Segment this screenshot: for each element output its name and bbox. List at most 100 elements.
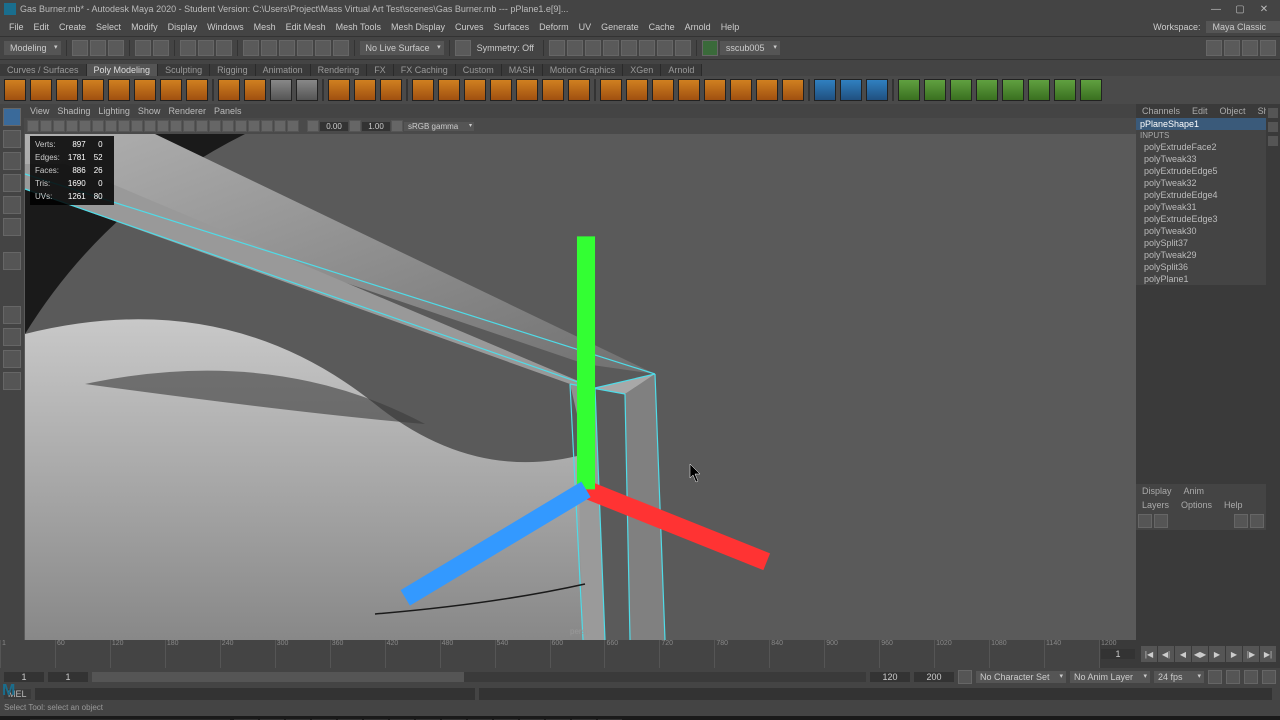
close-button[interactable]: ✕ xyxy=(1252,4,1276,15)
light-editor-icon[interactable] xyxy=(621,40,637,56)
layer-menu-help[interactable]: Help xyxy=(1218,500,1249,510)
poly-platonic-icon[interactable] xyxy=(186,79,208,101)
panel-menu-show[interactable]: Show xyxy=(138,106,161,116)
live-surface-dropdown[interactable]: No Live Surface xyxy=(360,41,444,55)
select-object-icon[interactable] xyxy=(198,40,214,56)
ipr-icon[interactable] xyxy=(567,40,583,56)
safe-title-icon[interactable] xyxy=(131,120,143,132)
append-icon[interactable] xyxy=(568,79,590,101)
history-item[interactable]: polyExtrudeEdge3 xyxy=(1136,213,1266,225)
account-icon[interactable] xyxy=(702,40,718,56)
poly-prism-icon[interactable] xyxy=(244,79,266,101)
pause-icon[interactable] xyxy=(675,40,691,56)
aa-icon[interactable] xyxy=(235,120,247,132)
cb-tab-channels[interactable]: Channels xyxy=(1136,106,1186,116)
layer-tab-anim[interactable]: Anim xyxy=(1178,486,1211,496)
panel-close-icon[interactable] xyxy=(1126,106,1136,116)
windows-start-button[interactable]: ⊞ xyxy=(0,716,30,720)
gamma-icon[interactable] xyxy=(349,120,361,132)
boolean-intersect-icon[interactable] xyxy=(464,79,486,101)
uv-cylindrical-icon[interactable] xyxy=(924,79,946,101)
target-weld-icon[interactable] xyxy=(652,79,674,101)
safe-action-icon[interactable] xyxy=(118,120,130,132)
open-scene-icon[interactable] xyxy=(90,40,106,56)
anim-layer-dropdown[interactable]: No Anim Layer xyxy=(1070,671,1150,683)
snap-view-icon[interactable] xyxy=(333,40,349,56)
multi-cut-icon[interactable] xyxy=(678,79,700,101)
lasso-tool[interactable] xyxy=(3,130,21,148)
attribute-editor-toggle-icon[interactable] xyxy=(1206,40,1222,56)
save-scene-icon[interactable] xyxy=(108,40,124,56)
menu-generate[interactable]: Generate xyxy=(596,22,644,32)
menu-mesh[interactable]: Mesh xyxy=(249,22,281,32)
select-hierarchy-icon[interactable] xyxy=(180,40,196,56)
history-item[interactable]: polySplit36 xyxy=(1136,261,1266,273)
uv-editor-icon[interactable] xyxy=(1028,79,1050,101)
render-settings-icon[interactable] xyxy=(585,40,601,56)
exposure-field[interactable]: 0.00 xyxy=(320,122,348,131)
poly-cube-icon[interactable] xyxy=(30,79,52,101)
uv-contour-icon[interactable] xyxy=(1002,79,1024,101)
history-item[interactable]: polyExtrudeEdge4 xyxy=(1136,189,1266,201)
panel-menu-lighting[interactable]: Lighting xyxy=(98,106,130,116)
sculpt-icon[interactable] xyxy=(840,79,862,101)
shelf-tab-fxcaching[interactable]: FX Caching xyxy=(394,64,456,76)
svg-icon[interactable] xyxy=(296,79,318,101)
poly-type-icon[interactable] xyxy=(270,79,292,101)
dof-icon[interactable] xyxy=(248,120,260,132)
workspace-dropdown[interactable]: Maya Classic xyxy=(1206,21,1280,33)
snap-grid-icon[interactable] xyxy=(243,40,259,56)
tool-settings-toggle-icon[interactable] xyxy=(1224,40,1240,56)
menu-windows[interactable]: Windows xyxy=(202,22,249,32)
history-item[interactable]: polyTweak30 xyxy=(1136,225,1266,237)
poly-plane-icon[interactable] xyxy=(134,79,156,101)
range-start-outer[interactable]: 1 xyxy=(4,672,44,682)
panel-menu-panels[interactable]: Panels xyxy=(214,106,242,116)
time-slider[interactable]: 1601201802403003604204805406006607207808… xyxy=(0,640,1280,668)
wireframe-icon[interactable] xyxy=(144,120,156,132)
history-item[interactable]: polyTweak32 xyxy=(1136,177,1266,189)
snap-plane-icon[interactable] xyxy=(297,40,313,56)
panel-menu-renderer[interactable]: Renderer xyxy=(168,106,206,116)
boolean-union-icon[interactable] xyxy=(412,79,434,101)
image-plane-icon[interactable] xyxy=(53,120,65,132)
gate-mask-icon[interactable] xyxy=(92,120,104,132)
shelf-tab-animation[interactable]: Animation xyxy=(256,64,311,76)
step-forward-button[interactable]: ▶ xyxy=(1226,646,1242,662)
shelf-tab-polymodeling[interactable]: Poly Modeling xyxy=(87,64,159,76)
range-handle[interactable] xyxy=(92,672,464,682)
menu-edit[interactable]: Edit xyxy=(29,22,55,32)
poly-torus-icon[interactable] xyxy=(108,79,130,101)
mirror-icon[interactable] xyxy=(600,79,622,101)
uv-auto-icon[interactable] xyxy=(976,79,998,101)
four-pane-layout[interactable] xyxy=(3,328,21,346)
smooth-icon[interactable] xyxy=(380,79,402,101)
soft-select-icon[interactable] xyxy=(866,79,888,101)
history-item[interactable]: polyPlane1 xyxy=(1136,273,1266,285)
menu-file[interactable]: File xyxy=(4,22,29,32)
colorspace-dropdown[interactable]: sRGB gamma xyxy=(404,122,474,131)
cb-tab-edit[interactable]: Edit xyxy=(1186,106,1214,116)
redo-icon[interactable] xyxy=(153,40,169,56)
step-forward-key-button[interactable]: |▶ xyxy=(1243,646,1259,662)
time-slider-track[interactable]: 1601201802403003604204805406006607207808… xyxy=(0,640,1099,668)
uv-planar-icon[interactable] xyxy=(898,79,920,101)
layer-move-down-icon[interactable] xyxy=(1154,514,1168,528)
snap-live-icon[interactable] xyxy=(315,40,331,56)
rotate-tool[interactable] xyxy=(3,196,21,214)
merge-icon[interactable] xyxy=(626,79,648,101)
character-set-dropdown[interactable]: No Character Set xyxy=(976,671,1066,683)
go-to-start-button[interactable]: |◀ xyxy=(1141,646,1157,662)
bookmark-icon[interactable] xyxy=(40,120,52,132)
bridge-icon[interactable] xyxy=(516,79,538,101)
menu-meshtools[interactable]: Mesh Tools xyxy=(331,22,386,32)
panel-menu-shading[interactable]: Shading xyxy=(57,106,90,116)
new-scene-icon[interactable] xyxy=(72,40,88,56)
playblast-icon[interactable] xyxy=(639,40,655,56)
history-item[interactable]: polyTweak29 xyxy=(1136,249,1266,261)
shelf-tab-curves[interactable]: Curves / Surfaces xyxy=(0,64,87,76)
menu-display[interactable]: Display xyxy=(163,22,203,32)
undo-icon[interactable] xyxy=(135,40,151,56)
shelf-tab-fx[interactable]: FX xyxy=(367,64,394,76)
viewtransform-icon[interactable] xyxy=(391,120,403,132)
